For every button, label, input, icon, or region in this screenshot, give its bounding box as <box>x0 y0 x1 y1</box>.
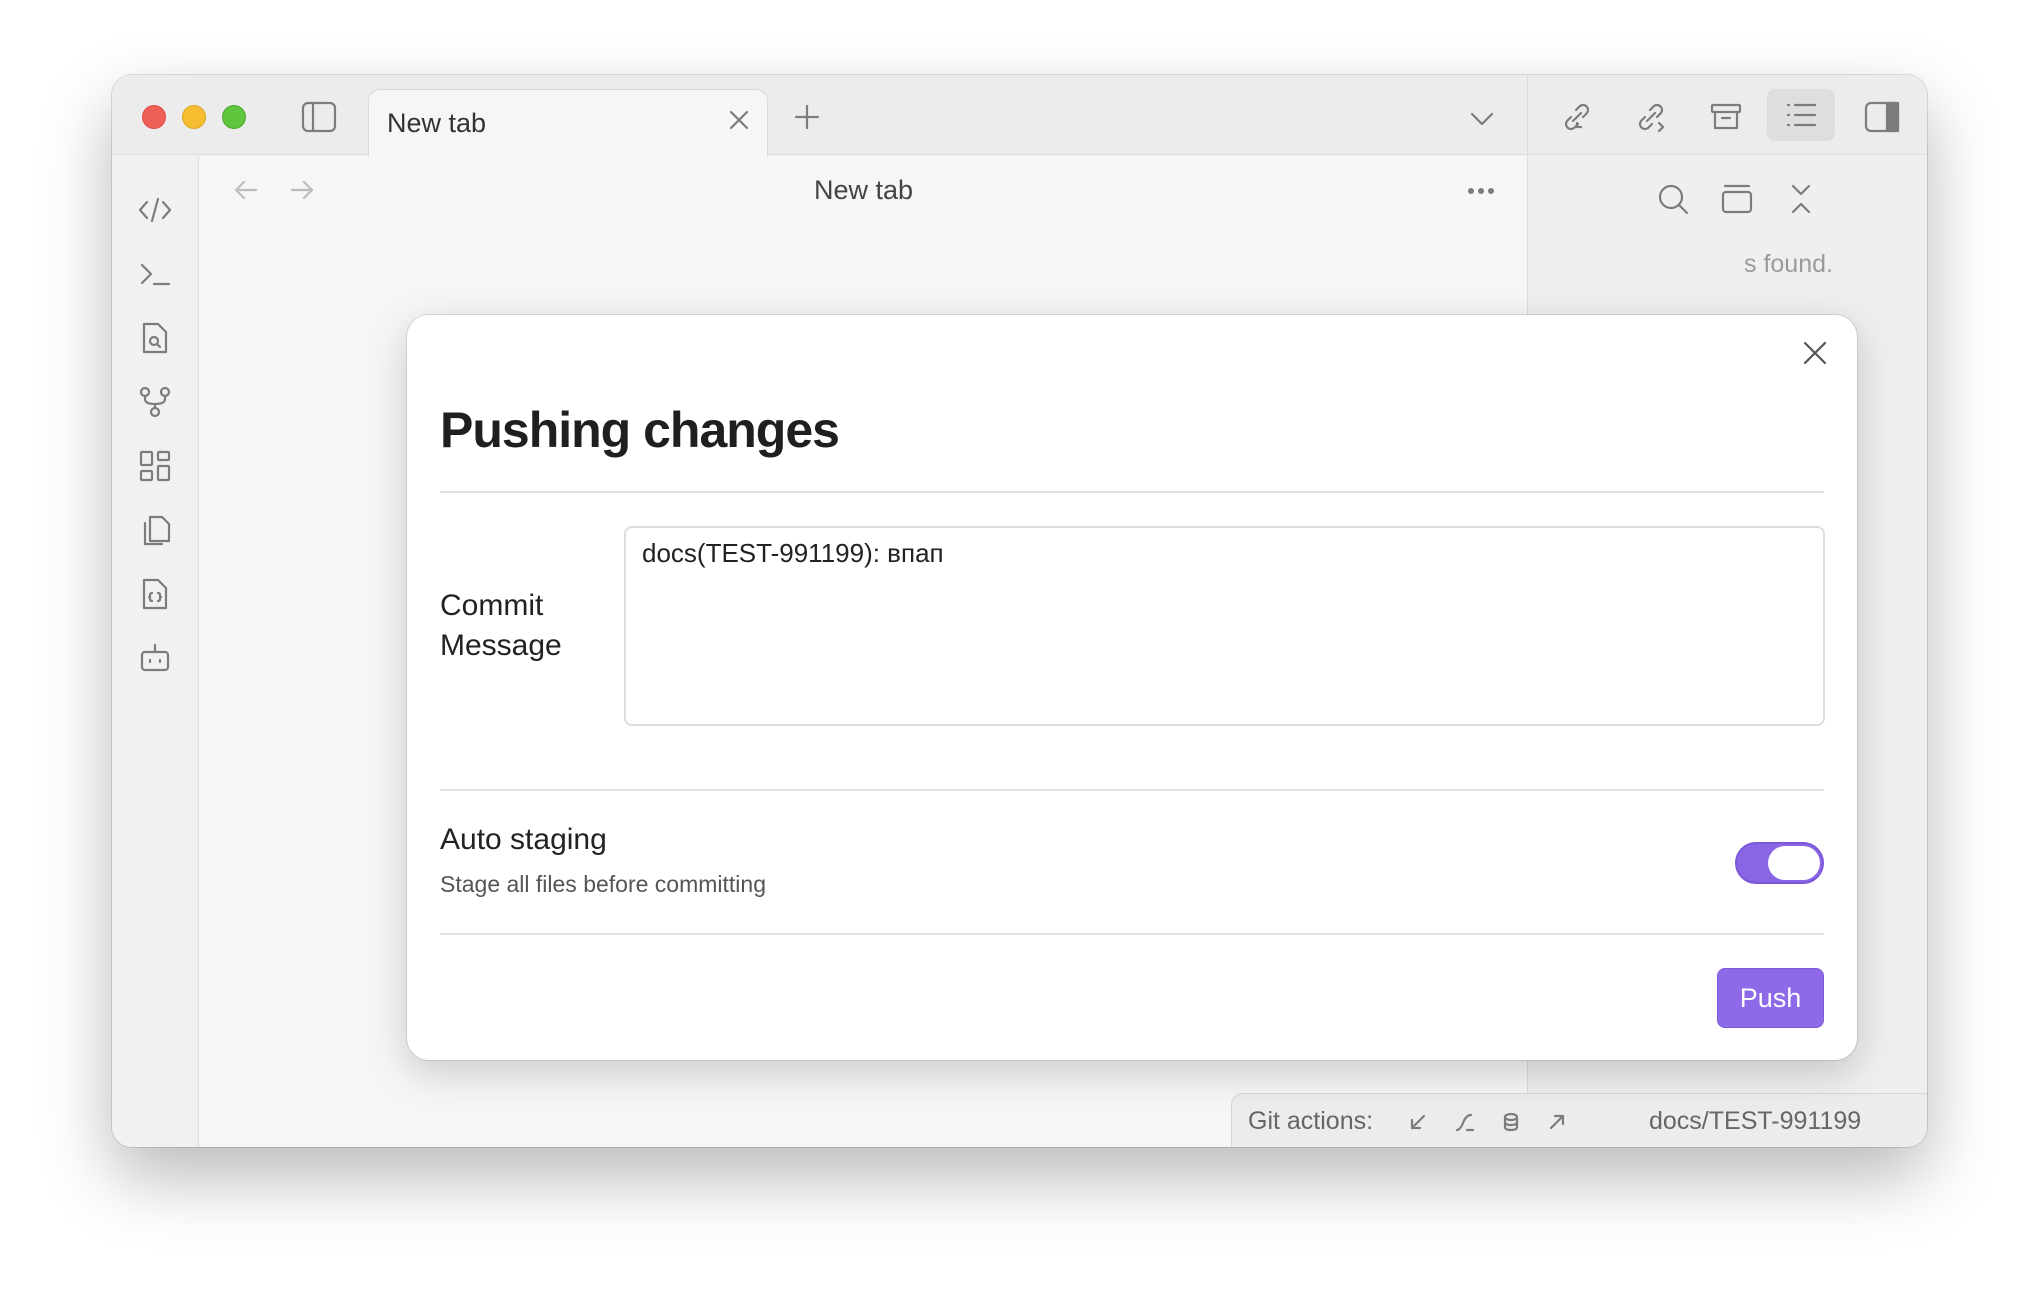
left-ribbon <box>112 156 199 1147</box>
stash-icon[interactable] <box>1497 1108 1525 1136</box>
file-code-icon[interactable] <box>135 574 175 614</box>
code-icon[interactable] <box>135 190 175 230</box>
minimize-window-button[interactable] <box>182 105 206 129</box>
close-window-button[interactable] <box>142 105 166 129</box>
terminal-icon[interactable] <box>135 254 175 294</box>
search-icon[interactable] <box>1652 178 1694 220</box>
archive-icon[interactable] <box>1704 95 1748 139</box>
status-bar: Git actions: docs/TEST-991199 <box>1231 1093 1927 1147</box>
commit-icon[interactable] <box>1451 1108 1479 1136</box>
git-actions-label: Git actions: <box>1248 1107 1374 1135</box>
app-window: New tab New tab s found. Git actions: do… <box>112 75 1927 1147</box>
tab-new-tab[interactable]: New tab <box>368 89 768 156</box>
auto-staging-description: Stage all files before committing <box>440 871 766 897</box>
collapse-all-icon[interactable] <box>1780 178 1822 220</box>
push-button[interactable]: Push <box>1717 968 1824 1028</box>
new-tab-icon[interactable] <box>789 99 825 135</box>
push-arrow-icon[interactable] <box>1543 1108 1571 1136</box>
copy-icon[interactable] <box>135 510 175 550</box>
auto-staging-toggle[interactable] <box>1735 842 1824 884</box>
close-tab-icon[interactable] <box>727 108 751 132</box>
close-dialog-icon[interactable] <box>1801 339 1829 367</box>
backlinks-icon[interactable] <box>1555 95 1599 139</box>
divider <box>440 933 1824 935</box>
outgoing-links-icon[interactable] <box>1629 95 1673 139</box>
git-graph-icon[interactable] <box>135 382 175 422</box>
more-options-icon[interactable] <box>1461 174 1501 208</box>
tab-list-chevron-icon[interactable] <box>1464 101 1500 137</box>
pull-arrow-icon[interactable] <box>1404 1108 1432 1136</box>
title-bar: New tab <box>112 75 1927 156</box>
divider <box>440 789 1824 791</box>
tab-title: New tab <box>387 108 487 138</box>
bot-icon[interactable] <box>135 638 175 678</box>
outline-list-icon[interactable] <box>1767 89 1835 141</box>
divider <box>440 491 1824 493</box>
branch-name[interactable]: docs/TEST-991199 <box>1649 1107 1861 1136</box>
auto-staging-title: Auto staging <box>440 823 607 856</box>
empty-state-text: s found. <box>1744 250 1833 278</box>
file-search-icon[interactable] <box>135 318 175 358</box>
view-title: New tab <box>813 175 914 205</box>
right-sidebar-toggle-icon[interactable] <box>1860 95 1904 139</box>
collapse-view-icon[interactable] <box>1716 178 1758 220</box>
dashboard-icon[interactable] <box>135 446 175 486</box>
push-dialog: Pushing changes Commit Message docs(TEST… <box>407 315 1857 1060</box>
dialog-title: Pushing changes <box>440 402 840 458</box>
sidebar-toggle-icon[interactable] <box>299 97 339 137</box>
commit-message-label: Commit Message <box>440 589 562 662</box>
commit-message-input[interactable]: docs(TEST-991199): впап <box>624 526 1825 726</box>
toggle-knob <box>1768 846 1820 880</box>
zoom-window-button[interactable] <box>222 105 246 129</box>
